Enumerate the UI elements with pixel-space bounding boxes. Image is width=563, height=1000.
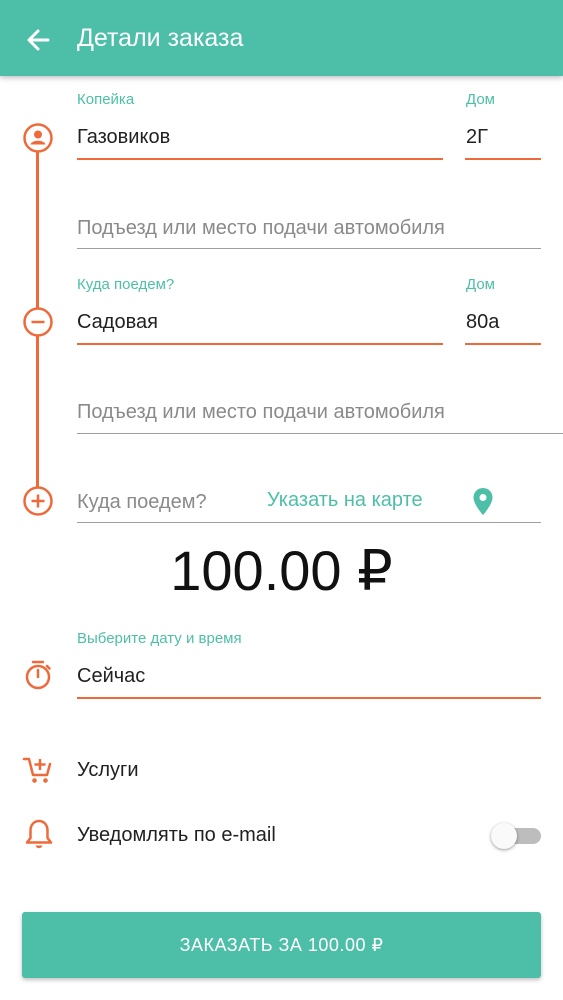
destination-house-label: Дом — [466, 276, 495, 293]
arrow-left-icon — [27, 29, 50, 51]
datetime-field[interactable]: Сейчас — [77, 665, 145, 688]
pickup-street-underline — [77, 158, 443, 160]
destination-street-field[interactable]: Садовая — [77, 311, 158, 334]
destination-street-label: Куда поедем? — [77, 276, 175, 293]
notify-email-toggle[interactable] — [491, 823, 541, 849]
page-title: Детали заказа — [77, 24, 244, 52]
services-item[interactable]: Услуги — [77, 759, 139, 782]
cart-add-icon[interactable] — [22, 755, 54, 785]
add-stop-underline — [77, 522, 541, 523]
pickup-entrance-underline — [77, 248, 541, 249]
datetime-underline — [77, 697, 541, 699]
app-bar: Детали заказа — [0, 0, 563, 76]
pickup-house-label: Дом — [466, 91, 495, 108]
show-on-map-link[interactable]: Указать на карте — [267, 489, 423, 512]
back-button[interactable] — [18, 20, 58, 60]
destination-street-underline — [77, 343, 443, 345]
add-stop-input[interactable] — [77, 486, 257, 518]
pickup-house-field[interactable]: 2Г — [466, 126, 488, 149]
pickup-street-label: Копейка — [77, 91, 135, 108]
toggle-thumb — [491, 823, 517, 849]
pickup-street-field[interactable]: Газовиков — [77, 126, 170, 149]
datetime-label: Выберите дату и время — [77, 630, 242, 647]
timer-icon — [25, 660, 51, 690]
destination-entrance-input[interactable] — [77, 396, 557, 428]
plus-circle-icon[interactable] — [22, 485, 54, 517]
destination-house-underline — [465, 343, 541, 345]
destination-entrance-underline — [77, 433, 563, 434]
order-button[interactable]: ЗАКАЗАТЬ ЗА 100.00 ₽ — [22, 912, 541, 978]
pickup-house-underline — [465, 158, 541, 160]
minus-circle-icon[interactable] — [22, 306, 54, 338]
map-pin-icon[interactable] — [471, 486, 495, 518]
person-icon — [23, 123, 53, 153]
destination-house-field[interactable]: 80а — [466, 311, 499, 334]
price-total: 100.00 ₽ — [170, 539, 393, 602]
bell-icon — [25, 819, 53, 849]
pickup-entrance-input[interactable] — [77, 212, 541, 244]
notify-email-label: Уведомлять по e-mail — [77, 824, 276, 846]
